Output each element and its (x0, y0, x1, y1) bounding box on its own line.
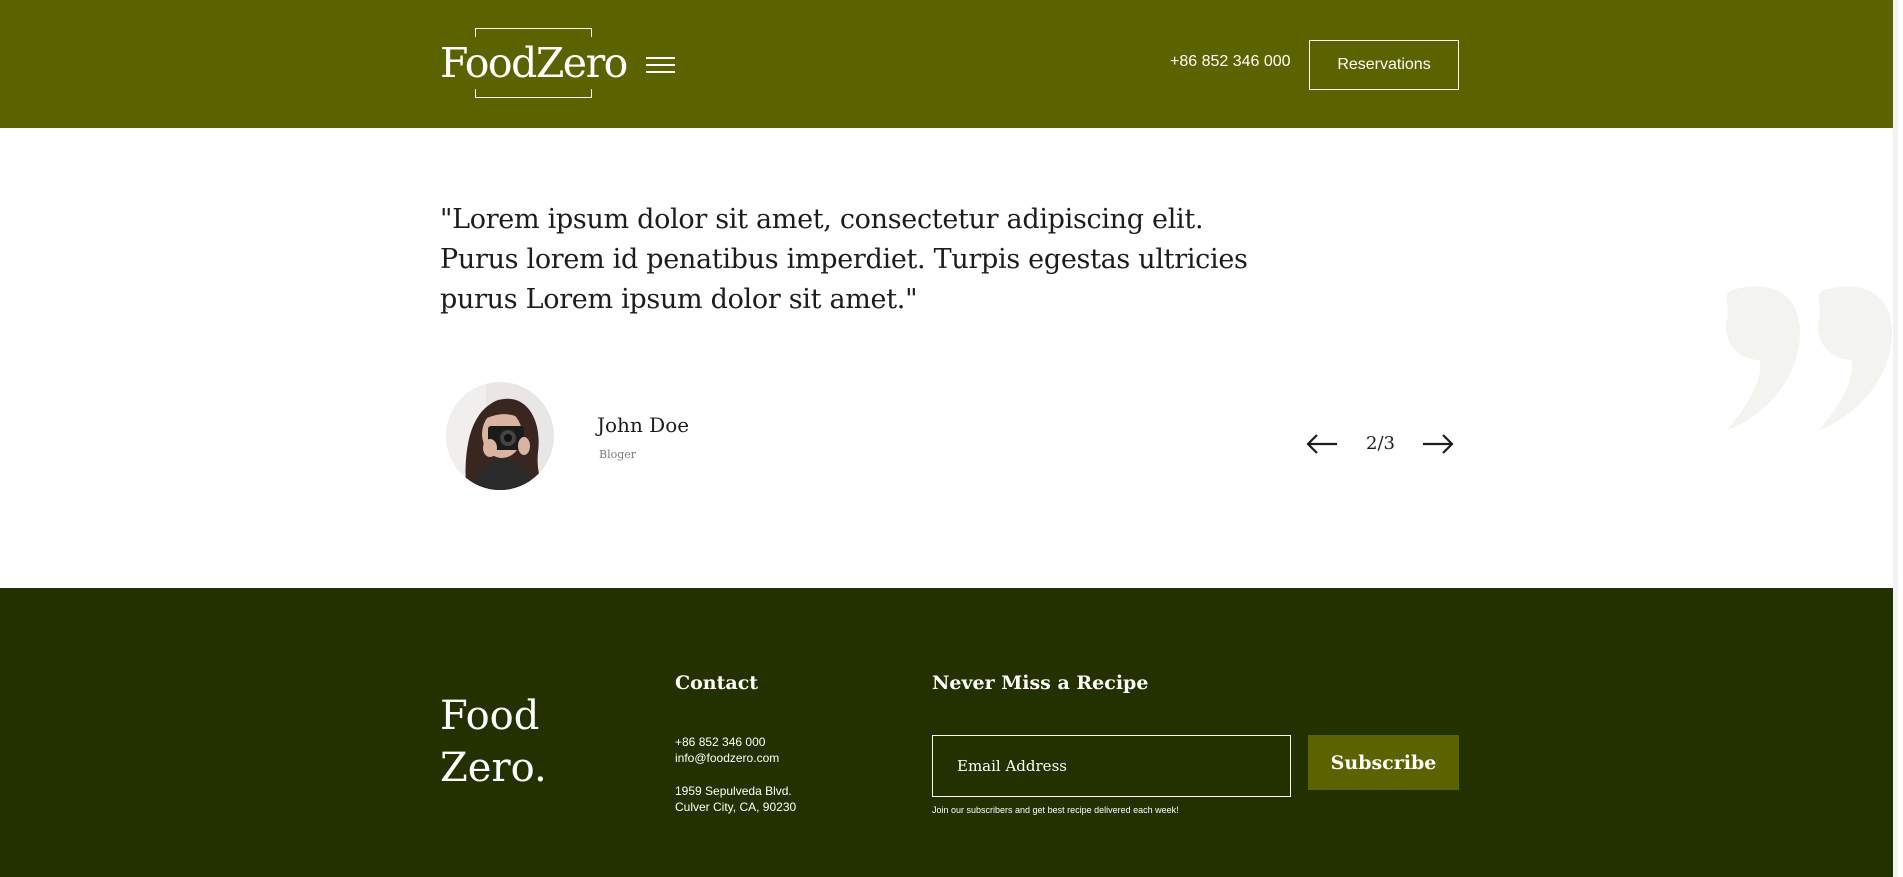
page: FoodZero +86 852 346 000 Reservations "L… (0, 0, 1898, 877)
contact-heading: Contact (675, 672, 759, 694)
menu-icon[interactable] (646, 55, 675, 75)
newsletter-heading: Never Miss a Recipe (932, 672, 1149, 694)
testimonial-pager: 2/3 (1366, 433, 1395, 454)
author-avatar (446, 382, 554, 490)
author-role: Bloger (599, 448, 637, 461)
newsletter-note: Join our subscribers and get best recipe… (932, 805, 1179, 815)
contact-phone[interactable]: +86 852 346 000 (675, 735, 765, 749)
author-name: John Doe (597, 413, 690, 437)
contact-address-line2: Culver City, CA, 90230 (675, 800, 797, 814)
subscribe-button[interactable]: Subscribe (1308, 735, 1459, 790)
footer-logo-line1: Food (440, 693, 540, 739)
testimonial-quote: "Lorem ipsum dolor sit amet, consectetur… (440, 204, 1248, 315)
contact-address-line1: 1959 Sepulveda Blvd. (675, 784, 792, 798)
arrow-right-icon[interactable] (1421, 432, 1455, 456)
contact-email[interactable]: info@foodzero.com (675, 751, 779, 765)
email-input[interactable] (932, 735, 1291, 797)
footer-logo-line2: Zero. (440, 745, 547, 791)
site-header: FoodZero +86 852 346 000 Reservations (0, 0, 1898, 128)
scrollbar[interactable] (1893, 0, 1898, 877)
logo[interactable]: FoodZero (440, 26, 640, 102)
reservations-button[interactable]: Reservations (1309, 40, 1459, 90)
footer-logo[interactable]: Food Zero. (440, 690, 600, 794)
logo-text: FoodZero (440, 37, 629, 89)
header-phone: +86 852 346 000 (1170, 53, 1291, 70)
quote-mark-icon (1726, 286, 1893, 430)
arrow-left-icon[interactable] (1305, 432, 1339, 456)
site-footer (0, 588, 1898, 877)
